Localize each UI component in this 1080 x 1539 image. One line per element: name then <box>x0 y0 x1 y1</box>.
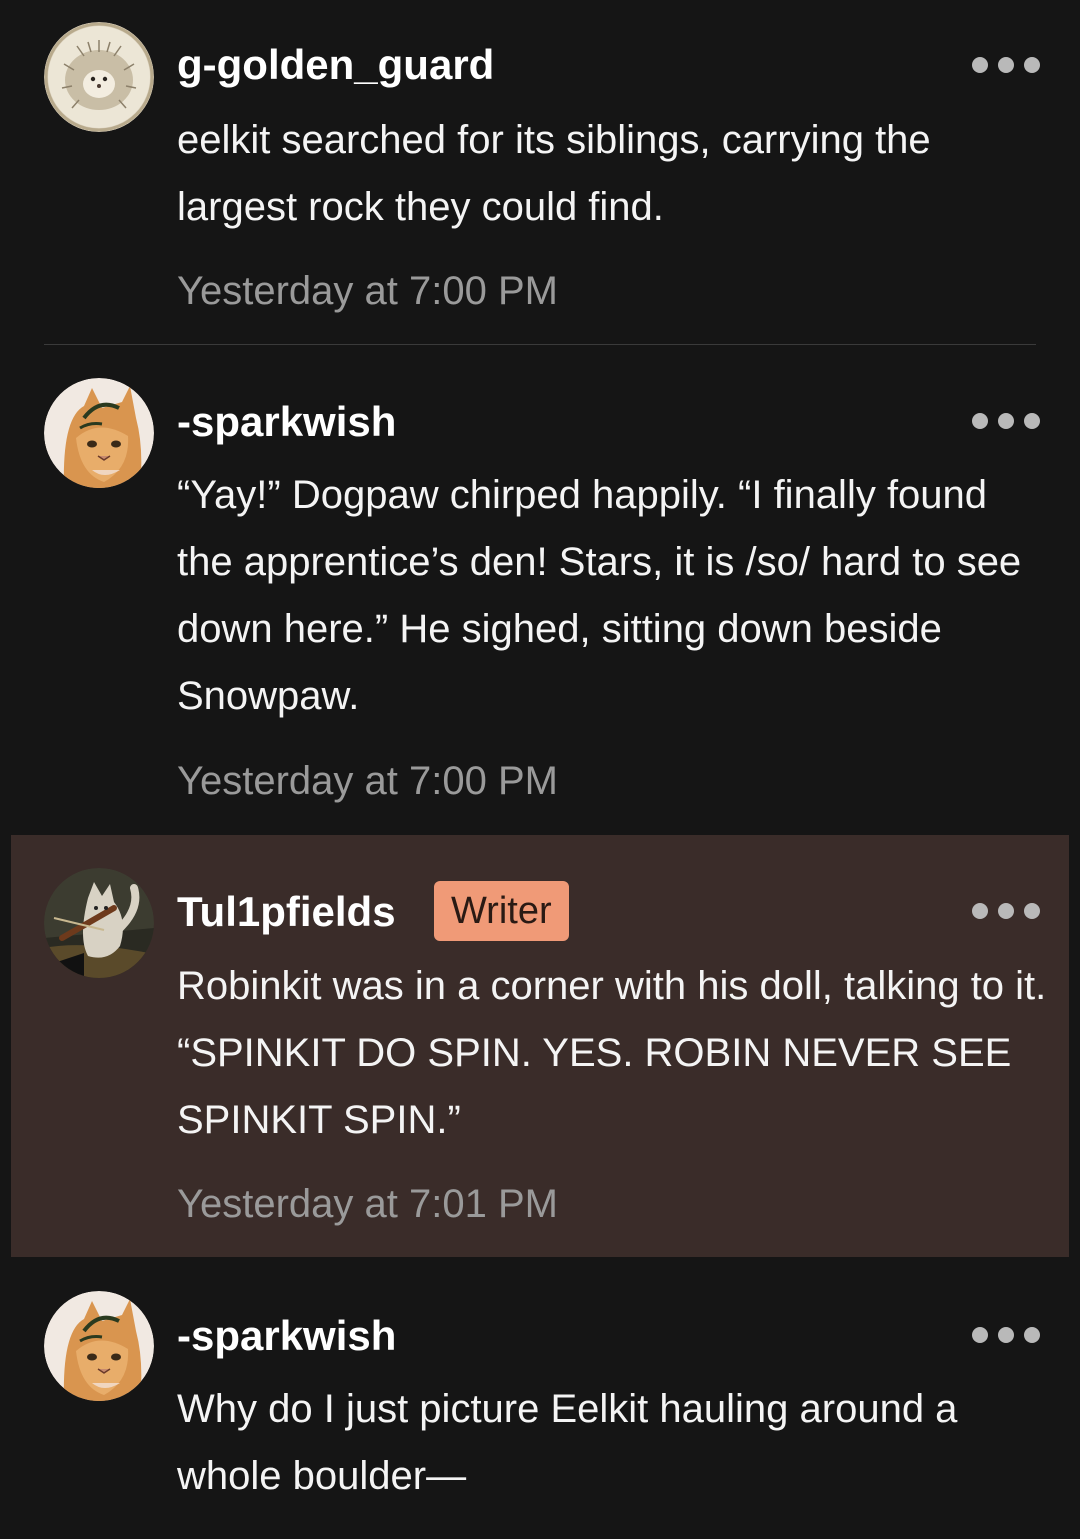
orange-cat-avatar-icon <box>44 1291 154 1401</box>
comment-item: -sparkwish “Yay!” Dogpaw chirped happily… <box>0 345 1080 835</box>
comment-timestamp: Yesterday at 7:00 PM <box>177 759 558 803</box>
dot <box>1024 413 1040 429</box>
dot <box>972 1327 988 1343</box>
more-options-icon[interactable] <box>972 1325 1040 1345</box>
violin-cat-avatar-icon <box>44 868 154 978</box>
avatar[interactable] <box>44 1291 154 1401</box>
dot <box>998 1327 1014 1343</box>
comment-username[interactable]: -sparkwish <box>177 1311 396 1361</box>
dot <box>1024 903 1040 919</box>
comment-text: “Yay!” Dogpaw chirped happily. “I finall… <box>177 473 1022 718</box>
dot <box>998 413 1014 429</box>
comment-text: Why do I just picture Eelkit hauling aro… <box>177 1387 958 1498</box>
writer-badge: Writer <box>434 881 569 941</box>
more-options-icon[interactable] <box>972 55 1040 75</box>
dot <box>998 57 1014 73</box>
dot <box>972 903 988 919</box>
avatar[interactable] <box>44 22 154 132</box>
comment-text: Robinkit was in a corner with his doll, … <box>177 964 1047 1142</box>
comment-item: g-golden_guard eelkit searched for its s… <box>0 0 1080 345</box>
more-options-icon[interactable] <box>972 901 1040 921</box>
more-options-icon[interactable] <box>972 411 1040 431</box>
dot <box>1024 57 1040 73</box>
avatar[interactable] <box>44 378 154 488</box>
comment-item: -sparkwish Why do I just picture Eelkit … <box>0 1257 1080 1539</box>
comment-username[interactable]: Tul1pfields <box>177 887 396 937</box>
dot <box>1024 1327 1040 1343</box>
comment-timestamp: Yesterday at 7:00 PM <box>177 269 558 313</box>
comment-text: eelkit searched for its siblings, carryi… <box>177 118 931 229</box>
dot <box>972 57 988 73</box>
avatar[interactable] <box>44 868 154 978</box>
orange-cat-avatar-icon <box>44 378 154 488</box>
hedgehog-avatar-icon <box>44 22 154 132</box>
dot <box>972 413 988 429</box>
comment-username[interactable]: -sparkwish <box>177 397 396 447</box>
comment-timestamp: Yesterday at 7:01 PM <box>177 1182 558 1226</box>
comment-username[interactable]: g-golden_guard <box>177 40 494 90</box>
dot <box>998 903 1014 919</box>
comment-item-highlighted: Tul1pfields Writer Robinkit was in a cor… <box>11 835 1069 1257</box>
